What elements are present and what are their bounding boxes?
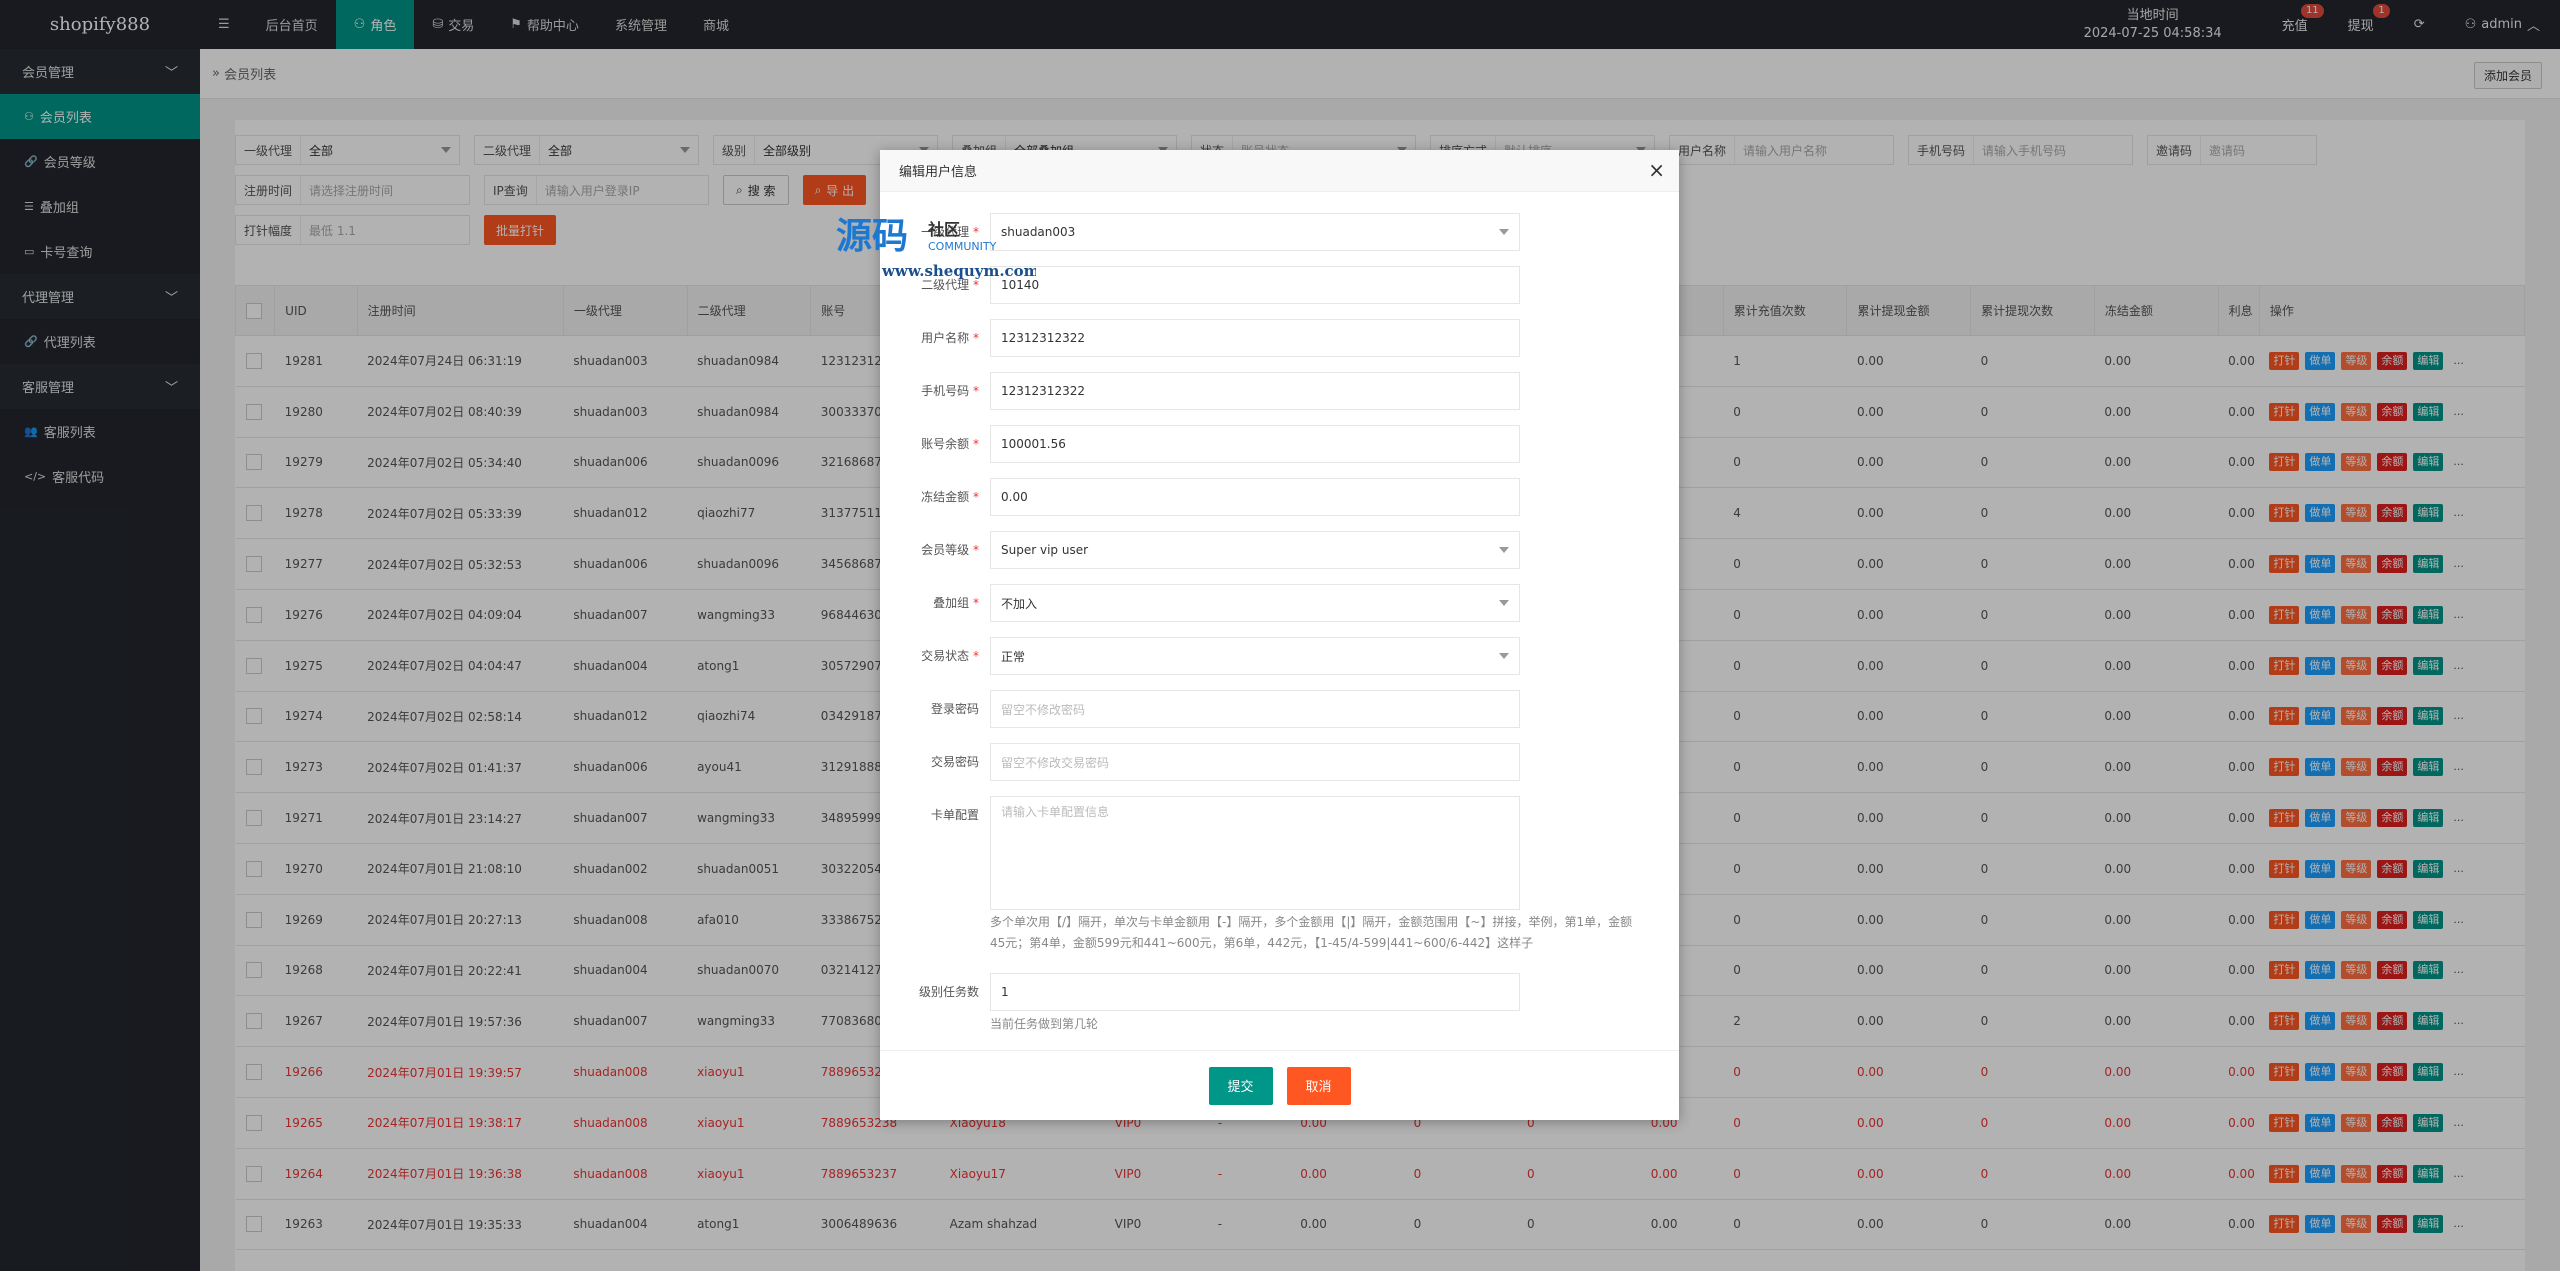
field-value: 留空不修改密码 [1001, 702, 1086, 717]
modal-card-config: 卡单配置 请输入卡单配置信息 [880, 796, 1679, 910]
level-tasks-input[interactable]: 1 [990, 973, 1520, 1011]
field-label: 账号余额 * [880, 425, 985, 463]
modal-field-2: 用户名称 * 12312312322 [880, 319, 1679, 357]
field-value: 12312312322 [1001, 384, 1085, 398]
field-label-text: 登录密码 [930, 702, 979, 716]
field-input[interactable]: 留空不修改密码 [990, 690, 1520, 728]
field-label: 交易状态 * [880, 637, 985, 675]
field-label-text: 交易状态 [921, 649, 970, 663]
watermark-en: COMMUNITY [928, 240, 997, 253]
field-label-text: 会员等级 [921, 543, 970, 557]
field-label: 用户名称 * [880, 319, 985, 357]
field-label: 卡单配置 [930, 808, 979, 822]
level-tasks-value: 1 [1001, 985, 1009, 999]
field-label: 叠加组 * [880, 584, 985, 622]
card-config-hint: 多个单次用【/】隔开，单次与卡单金额用【-】隔开，多个金额用【|】隔开，金额范围… [990, 912, 1640, 954]
modal-field-9: 登录密码 留空不修改密码 [880, 690, 1679, 728]
watermark-big: 源码 [836, 215, 908, 257]
field-label: 交易密码 [880, 743, 985, 781]
modal-title: 编辑用户信息 [899, 165, 978, 180]
submit-button[interactable]: 提交 [1208, 1066, 1273, 1105]
edit-user-modal: 编辑用户信息 × 一级代理 * shuadan003 二级代理 * 10140 用户名称… [880, 150, 1679, 1120]
required-mark: * [969, 437, 979, 451]
field-value: 100001.56 [1001, 437, 1066, 451]
field-input[interactable]: Super vip user [990, 531, 1520, 569]
field-label: 冻结金额 * [880, 478, 985, 516]
field-value: 留空不修改交易密码 [1001, 755, 1110, 770]
modal-field-4: 账号余额 * 100001.56 [880, 425, 1679, 463]
chevron-down-icon [1499, 229, 1509, 235]
field-label: 会员等级 * [880, 531, 985, 569]
modal-field-6: 会员等级 * Super vip user [880, 531, 1679, 569]
field-input[interactable]: 留空不修改交易密码 [990, 743, 1520, 781]
field-value: 不加入 [1001, 596, 1038, 611]
modal-field-5: 冻结金额 * 0.00 [880, 478, 1679, 516]
card-config-placeholder: 请输入卡单配置信息 [1001, 805, 1110, 819]
field-input[interactable]: shuadan003 [990, 213, 1520, 251]
field-value: 12312312322 [1001, 331, 1085, 345]
field-label-text: 叠加组 [933, 596, 970, 610]
required-mark: * [969, 331, 979, 345]
required-mark: * [969, 596, 979, 610]
required-mark: * [969, 384, 979, 398]
field-input[interactable]: 12312312322 [990, 372, 1520, 410]
field-input[interactable]: 100001.56 [990, 425, 1520, 463]
modal-header: 编辑用户信息 [880, 150, 1679, 192]
required-mark: * [969, 649, 979, 663]
field-label-text: 冻结金额 [921, 490, 970, 504]
modal-field-8: 交易状态 * 正常 [880, 637, 1679, 675]
close-icon[interactable]: × [1648, 160, 1665, 180]
field-value: 正常 [1001, 649, 1026, 664]
field-label-text: 交易密码 [930, 755, 979, 769]
field-value: Super vip user [1001, 543, 1089, 557]
card-hint-line-1: 多个单次用【/】隔开，单次与卡单金额用【-】隔开，多个金额用【|】隔开，金额范围… [990, 915, 1633, 929]
chevron-down-icon [1499, 600, 1509, 606]
modal-footer: 提交 取消 [880, 1050, 1679, 1120]
required-mark: * [969, 490, 979, 504]
modal-field-7: 叠加组 * 不加入 [880, 584, 1679, 622]
field-input[interactable]: 12312312322 [990, 319, 1520, 357]
card-config-textarea[interactable]: 请输入卡单配置信息 [990, 796, 1520, 910]
field-input[interactable]: 0.00 [990, 478, 1520, 516]
field-label: 登录密码 [880, 690, 985, 728]
card-hint-line-2: 45元；第4单，金额599元和441~600元，第6单，442元，【1-45/4… [990, 936, 1534, 950]
field-label-text: 用户名称 [921, 331, 970, 345]
modal-field-3: 手机号码 * 12312312322 [880, 372, 1679, 410]
modal-level-tasks: 级别任务数 1 [880, 973, 1679, 1011]
watermark-url: www.shequym.com [881, 262, 1036, 280]
cancel-button[interactable]: 取消 [1286, 1066, 1351, 1105]
field-input[interactable]: 正常 [990, 637, 1520, 675]
required-mark: * [969, 543, 979, 557]
field-label-text: 账号余额 [921, 437, 970, 451]
field-label-text: 手机号码 [921, 384, 970, 398]
watermark-small: 社区 [927, 220, 960, 239]
field-label: 级别任务数 [918, 985, 979, 999]
level-tasks-hint: 当前任务做到第几轮 [990, 1017, 1099, 1031]
field-input[interactable]: 不加入 [990, 584, 1520, 622]
field-value: 0.00 [1001, 490, 1028, 504]
field-label: 手机号码 * [880, 372, 985, 410]
chevron-down-icon [1499, 653, 1509, 659]
watermark-logo: 源码 社区 COMMUNITY www.shequym.com [836, 215, 1036, 280]
field-input[interactable]: 10140 [990, 266, 1520, 304]
chevron-down-icon [1499, 547, 1509, 553]
modal-field-10: 交易密码 留空不修改交易密码 [880, 743, 1679, 781]
